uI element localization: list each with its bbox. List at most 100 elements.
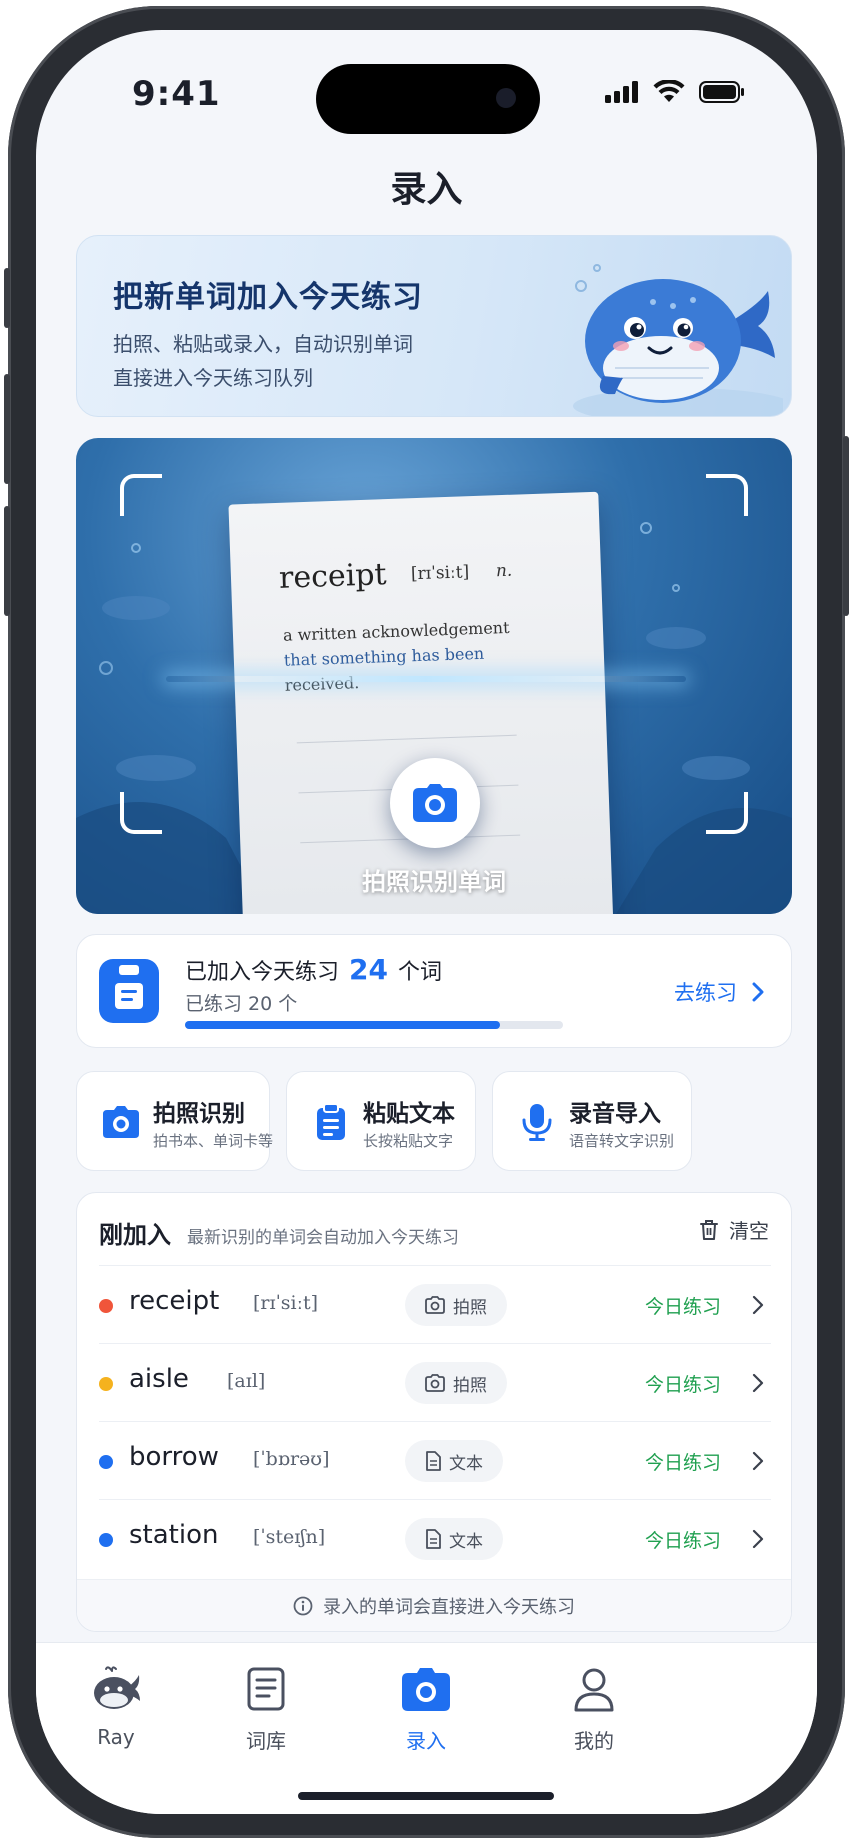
status-bar: 9:41 [36,30,817,140]
scan-line [166,676,686,682]
clipboard-icon [317,1103,345,1140]
sample-word: receipt [278,557,388,596]
chevron-right-icon [752,982,764,1002]
recent-word-ipa: [ˈbɒrəʊ] [253,1448,330,1470]
source-label: 文本 [449,1453,483,1474]
practiced-count: 已练习 20 个 [185,993,298,1015]
recent-footer-note: 录入的单词会直接进入今天练习 [77,1579,791,1631]
quick-action-subtitle: 语音转文字识别 [569,1132,675,1150]
recent-word-row[interactable]: receipt [rɪˈsiːt] 拍照 今日练习 [99,1265,771,1343]
tab-ray[interactable]: Ray [56,1663,176,1749]
tab-label: 词库 [246,1729,286,1753]
info-icon [293,1596,313,1615]
mute-switch [4,268,10,328]
word-color-dot [99,1377,113,1391]
mic-icon [522,1104,552,1141]
chevron-right-icon [752,1529,764,1549]
shutter-label[interactable]: 拍照识别单词 [76,862,792,897]
camera-capture-card[interactable]: receipt [rɪˈsiːt] n. a written acknowled… [76,438,792,914]
today-practice-tag: 今日练习 [645,1296,722,1318]
page-title: 录入 [390,169,463,210]
recent-header: 刚加入 最新识别的单词会自动加入今天练习 [99,1215,459,1250]
clear-button[interactable]: 清空 [699,1215,769,1244]
camera-icon [402,1668,450,1711]
recent-word-row[interactable]: borrow [ˈbɒrəʊ] 文本 今日练习 [99,1421,771,1499]
hero-title: 把新单词加入今天练习 [113,280,423,315]
phone-frame: 9:41 录入 把新单词加入今天练习 拍照、粘贴或录入，自动识别单词 直接进入今… [4,6,849,1838]
recent-word: borrow [129,1442,219,1472]
camera-icon [103,1106,139,1138]
quick-action-subtitle: 长按粘贴文字 [363,1132,454,1150]
document-icon [426,1451,441,1471]
recent-word-row[interactable]: aisle [aɪl] 拍照 今日练习 [99,1343,771,1421]
progress-summary: 已加入今天练习 24 个词 [185,953,442,986]
sample-ipa: [rɪˈsiːt] [410,562,470,585]
source-label: 拍照 [453,1375,487,1396]
hero-subtitle-line1: 拍照、粘贴或录入，自动识别单词 [113,332,413,356]
today-progress-card[interactable]: 已加入今天练习 24 个词 已练习 20 个 去练习 [76,934,792,1048]
dynamic-island [316,64,540,134]
camera-icon [425,1296,445,1314]
word-color-dot [99,1299,113,1313]
tab-library[interactable]: 词库 [206,1663,326,1754]
tab-label: 录入 [406,1729,446,1753]
source-label: 拍照 [453,1297,487,1318]
camera-icon [425,1374,445,1392]
home-indicator [298,1792,554,1800]
viewfinder-corner [706,792,748,834]
recent-word-ipa: [ˈsteɪʃn] [253,1526,326,1548]
clipboard-icon [99,959,159,1023]
source-badge: 文本 [405,1440,503,1482]
volume-up-button [4,374,10,484]
book-icon [247,1667,285,1711]
paper-rule [296,734,517,744]
system-icons [605,80,745,104]
chevron-right-icon [752,1373,764,1393]
progress-unit: 个词 [397,960,442,985]
tab-label: 我的 [574,1729,614,1753]
status-time: 9:41 [132,74,221,114]
viewfinder-corner [120,792,162,834]
go-practice-label: 去练习 [674,981,737,1005]
chevron-right-icon [752,1451,764,1471]
power-button [843,436,849,616]
quick-action-subtitle: 拍书本、单词卡等 [153,1132,274,1150]
tab-input[interactable]: 录入 [366,1663,486,1754]
tab-bar: Ray 词库 录入 我的 [36,1642,817,1814]
hero-subtitle-line2: 直接进入今天练习队列 [113,366,313,390]
person-icon [574,1668,614,1712]
photo-recognize-button[interactable]: 拍照识别 拍书本、单词卡等 [76,1071,274,1171]
hero-banner: 把新单词加入今天练习 拍照、粘贴或录入，自动识别单词 直接进入今天练习队列 [76,235,792,417]
whale-icon [94,1666,140,1709]
whale-mascot-illustration [573,264,783,416]
recent-hint: 最新识别的单词会自动加入今天练习 [187,1228,459,1248]
viewfinder-corner [120,474,162,516]
quick-action-title: 录音导入 [569,1101,661,1127]
quick-action-title: 拍照识别 [153,1101,245,1127]
source-label: 文本 [449,1531,483,1552]
source-badge: 拍照 [405,1284,507,1326]
tab-me[interactable]: 我的 [534,1663,654,1754]
recent-word-row[interactable]: station [ˈsteɪʃn] 文本 今日练习 [99,1499,771,1577]
voice-import-button[interactable]: 录音导入 语音转文字识别 [492,1071,692,1171]
screen: 9:41 录入 把新单词加入今天练习 拍照、粘贴或录入，自动识别单词 直接进入今… [36,30,817,1814]
shutter-button[interactable] [390,758,480,848]
source-badge: 拍照 [405,1362,507,1404]
progress-label: 已加入今天练习 [185,960,340,985]
paste-text-button[interactable]: 粘贴文本 长按粘贴文字 [286,1071,476,1171]
quick-action-title: 粘贴文本 [363,1101,455,1127]
volume-down-button [4,506,10,616]
signal-icon [605,81,638,103]
recent-word: station [129,1520,219,1550]
chevron-right-icon [752,1295,764,1315]
today-practice-tag: 今日练习 [645,1530,722,1552]
recently-added-list: 刚加入 最新识别的单词会自动加入今天练习 清空 receipt [rɪˈsiːt… [76,1192,792,1632]
footer-note-text: 录入的单词会直接进入今天练习 [323,1596,575,1618]
trash-icon [700,1219,718,1240]
word-color-dot [99,1533,113,1547]
go-practice-button[interactable]: 去练习 [674,977,765,1007]
sample-dictionary-page: receipt [rɪˈsiːt] n. a written acknowled… [228,491,614,914]
source-badge: 文本 [405,1518,503,1560]
progress-bar [185,1021,563,1029]
word-color-dot [99,1455,113,1469]
